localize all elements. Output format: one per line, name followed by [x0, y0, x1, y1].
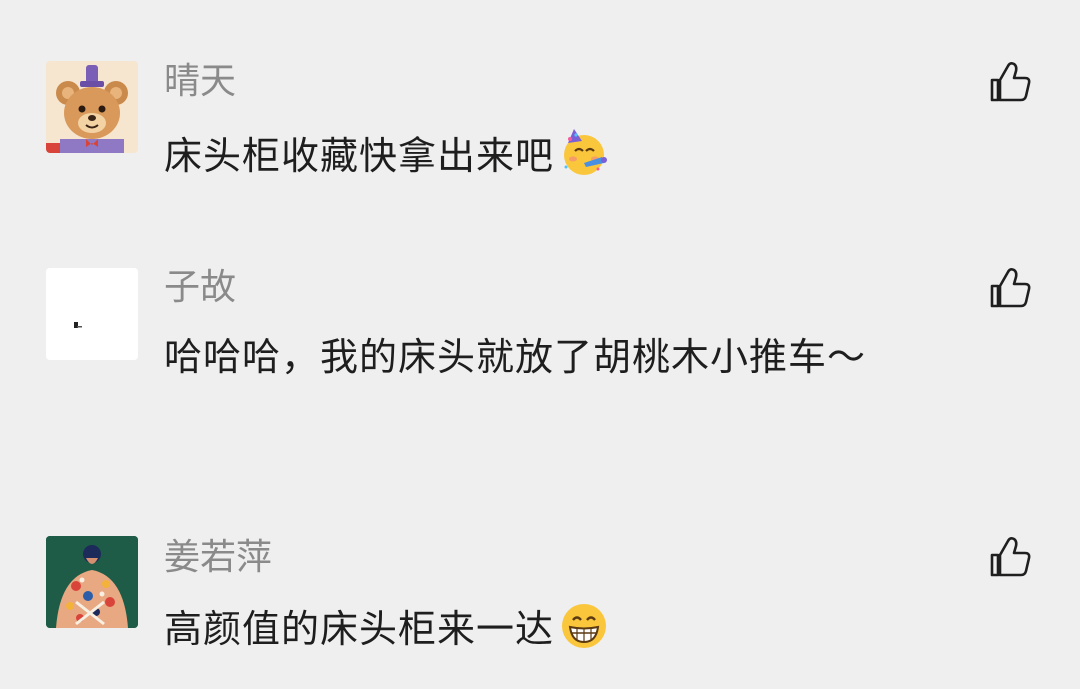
avatar[interactable] [46, 61, 138, 153]
comment-text-content: 高颜值的床头柜来一达 [164, 607, 555, 651]
cartoon-bear-avatar [46, 61, 138, 153]
thumbs-up-icon[interactable] [986, 533, 1034, 581]
comment-author[interactable]: 晴天 [164, 60, 236, 104]
thumbs-up-icon[interactable] [986, 264, 1034, 312]
illustrated-woman-avatar [46, 536, 138, 628]
partying-face-emoji [564, 129, 608, 175]
avatar[interactable] [46, 536, 138, 628]
avatar[interactable] [46, 268, 138, 360]
comment-text: 床头柜收藏快拿出来吧 [164, 127, 994, 181]
comment-text: 哈哈哈，我的床头就放了胡桃木小推车～ [164, 335, 867, 379]
comment-author[interactable]: 姜若萍 [164, 536, 272, 580]
thumbs-up-icon[interactable] [986, 58, 1034, 106]
comment-text-content: 床头柜收藏快拿出来吧 [164, 134, 555, 178]
comment-author[interactable]: 子故 [164, 266, 236, 310]
comment-text: 高颜值的床头柜来一达 [164, 600, 994, 654]
white-minimal-avatar [46, 268, 138, 360]
grinning-face-emoji [562, 604, 607, 648]
